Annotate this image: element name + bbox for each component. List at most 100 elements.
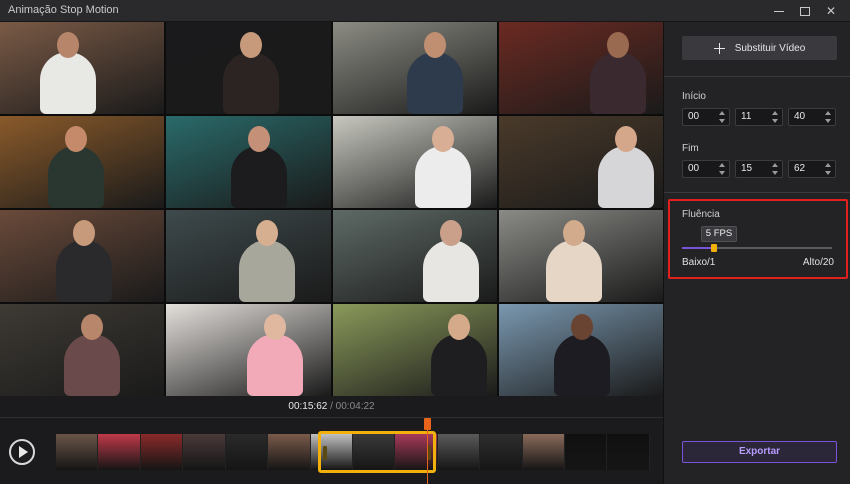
video-thumbnail — [0, 304, 165, 396]
fluency-slider-fill — [682, 247, 714, 249]
person-head — [606, 32, 629, 58]
increment-icon[interactable] — [825, 111, 831, 115]
person-figure — [597, 146, 654, 208]
person-head — [614, 126, 637, 152]
timeline-frame — [268, 434, 311, 470]
person-figure — [422, 240, 479, 302]
person-figure — [231, 146, 288, 208]
decrement-icon[interactable] — [825, 119, 831, 123]
video-thumbnail — [166, 304, 331, 396]
timeline-frame — [140, 434, 184, 470]
increment-icon[interactable] — [772, 111, 778, 115]
person-head — [73, 220, 95, 246]
close-button[interactable]: ✕ — [818, 0, 844, 22]
person-head — [447, 314, 470, 340]
person-figure — [40, 52, 96, 114]
timeline-frame — [225, 434, 269, 470]
person-figure — [430, 334, 487, 396]
time-readout: 00:15:62 / 00:04:22 — [0, 396, 663, 418]
video-thumbnail — [498, 304, 663, 396]
total-time: 00:04:22 — [335, 401, 375, 412]
end-label: Fim — [682, 143, 699, 154]
person-figure — [223, 52, 280, 114]
time-separator: / — [330, 401, 333, 412]
start-minutes-spinner[interactable]: 11 — [735, 108, 783, 126]
selection-start-handle[interactable] — [323, 446, 327, 460]
video-thumbnail — [332, 304, 497, 396]
end-hours-spinner[interactable]: 00 — [682, 160, 730, 178]
person-head — [431, 126, 454, 152]
minimize-button[interactable] — [766, 0, 792, 22]
person-figure — [414, 146, 471, 208]
fluency-label: Fluência — [682, 209, 720, 220]
decrement-icon[interactable] — [719, 119, 725, 123]
person-head — [562, 220, 585, 246]
person-figure — [239, 240, 296, 302]
timeline-frame — [437, 434, 481, 470]
person-figure — [589, 52, 646, 114]
maximize-icon — [800, 6, 810, 16]
end-hours-value: 00 — [688, 163, 700, 174]
start-hours-spinner[interactable]: 00 — [682, 108, 730, 126]
maximize-button[interactable] — [792, 0, 818, 22]
video-thumbnail — [498, 210, 663, 302]
increment-icon[interactable] — [719, 163, 725, 167]
fps-tooltip: 5 FPS — [701, 226, 737, 242]
timeline-frame — [183, 434, 226, 470]
person-head — [570, 314, 593, 340]
selection-range[interactable] — [318, 431, 436, 473]
video-thumbnail — [498, 22, 663, 114]
play-button[interactable] — [9, 439, 35, 465]
video-thumbnail — [0, 210, 165, 302]
video-thumbnail — [166, 22, 331, 114]
current-time: 00:15:62 — [288, 401, 328, 412]
timeline — [0, 418, 663, 484]
increment-icon[interactable] — [825, 163, 831, 167]
decrement-icon[interactable] — [825, 171, 831, 175]
person-head — [57, 32, 79, 58]
person-figure — [56, 240, 112, 302]
decrement-icon[interactable] — [772, 171, 778, 175]
close-icon: ✕ — [825, 4, 837, 18]
window-title: Animação Stop Motion — [8, 4, 119, 16]
decrement-icon[interactable] — [719, 171, 725, 175]
video-thumbnail — [332, 210, 497, 302]
person-head — [439, 220, 462, 246]
video-thumbnail — [498, 116, 663, 208]
start-seconds-spinner[interactable]: 40 — [788, 108, 836, 126]
divider — [664, 192, 850, 193]
increment-icon[interactable] — [719, 111, 725, 115]
person-figure — [406, 52, 463, 114]
export-button[interactable]: Exportar — [682, 441, 837, 463]
person-figure — [553, 334, 610, 396]
person-figure — [247, 334, 304, 396]
video-collage — [0, 22, 663, 396]
timeline-frame — [522, 434, 566, 470]
minimize-icon — [774, 10, 784, 12]
video-preview — [0, 22, 663, 396]
start-hours-value: 00 — [688, 111, 700, 122]
timeline-frame — [56, 434, 99, 470]
video-thumbnail — [166, 116, 331, 208]
fluency-max-label: Alto/20 — [802, 257, 834, 268]
timeline-frame — [98, 434, 141, 470]
timeline-frame — [607, 434, 650, 470]
fluency-slider[interactable] — [682, 244, 832, 252]
fluency-section: Fluência 5 FPS Baixo/1 Alto/20 — [668, 199, 848, 279]
video-thumbnail — [0, 22, 165, 114]
start-minutes-value: 11 — [741, 111, 752, 122]
start-seconds-value: 40 — [794, 111, 806, 122]
title-bar: Animação Stop Motion ✕ — [0, 0, 850, 22]
end-seconds-spinner[interactable]: 62 — [788, 160, 836, 178]
playhead-handle[interactable] — [424, 418, 431, 430]
replace-video-button[interactable]: Substituir Vídeo — [682, 36, 837, 60]
fluency-slider-knob[interactable] — [710, 244, 717, 252]
fluency-min-label: Baixo/1 — [682, 257, 716, 268]
video-thumbnail — [0, 116, 165, 208]
end-minutes-spinner[interactable]: 15 — [735, 160, 783, 178]
video-thumbnail — [332, 22, 497, 114]
decrement-icon[interactable] — [772, 119, 778, 123]
increment-icon[interactable] — [772, 163, 778, 167]
play-icon — [19, 446, 28, 458]
end-seconds-value: 62 — [794, 163, 806, 174]
